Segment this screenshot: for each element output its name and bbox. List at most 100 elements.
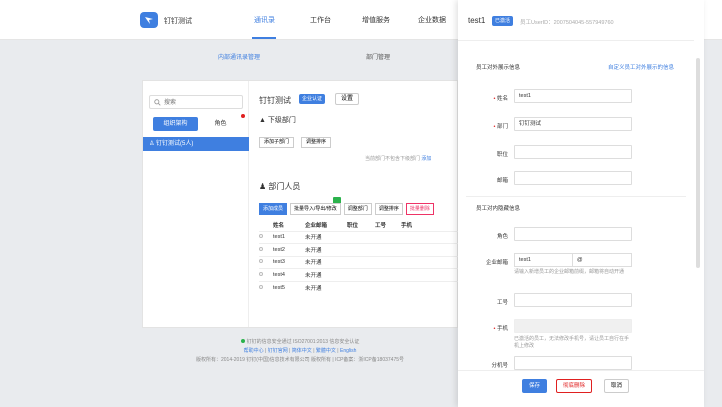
title-input[interactable] bbox=[514, 145, 632, 159]
cancel-button[interactable]: 取消 bbox=[604, 379, 630, 393]
org-tree-panel: 组织架构 角色 ♙ 钉钉测试(5人) bbox=[143, 81, 249, 327]
email-prefix[interactable]: test1 bbox=[514, 253, 573, 267]
table-row[interactable]: test5 未开通 bbox=[259, 280, 459, 294]
search-box[interactable] bbox=[149, 95, 243, 109]
verified-badge: 企业认证 bbox=[299, 94, 326, 104]
panel-header: test1 已激活 员工UserID：2007504045-557949760 bbox=[468, 14, 698, 28]
member-toolbar: 添加成员 批量导入/导出/修改 调整部门 调整排序 批量删除 bbox=[259, 203, 434, 215]
subnav-dept-management[interactable]: 部门管理 bbox=[366, 52, 390, 61]
delete-button[interactable]: 彻底删除 bbox=[556, 379, 593, 393]
col-name: 姓名 bbox=[273, 222, 285, 229]
sub-nav: 内部通讯录管理 部门管理 bbox=[0, 52, 458, 66]
row-checkbox[interactable] bbox=[259, 271, 263, 276]
members-icon: ♟ bbox=[259, 182, 269, 191]
label-ext: 分机号 bbox=[491, 363, 508, 369]
header-divider bbox=[458, 40, 694, 41]
row-checkbox[interactable] bbox=[259, 246, 263, 251]
activated-badge: 已激活 bbox=[492, 16, 514, 26]
table-row[interactable]: test1 未开通 bbox=[259, 230, 459, 244]
add-member-button[interactable]: 添加成员 bbox=[259, 203, 288, 215]
label-enterprise-email: 企业邮箱 bbox=[485, 260, 508, 266]
footer-link-help[interactable]: 帮助中心 bbox=[244, 348, 264, 354]
add-sub-dept-button[interactable]: 添加子部门 bbox=[259, 137, 295, 148]
row-checkbox[interactable] bbox=[259, 259, 263, 264]
footer-link-site[interactable]: 钉钉官网 bbox=[268, 348, 288, 354]
email-input[interactable] bbox=[514, 171, 632, 185]
row-checkbox[interactable] bbox=[259, 234, 263, 239]
label-phone: • 手机 bbox=[493, 326, 508, 332]
members-title: ♟ 部门人员 bbox=[259, 182, 301, 191]
label-role: 角色 bbox=[496, 234, 508, 240]
label-dept: • 部门 bbox=[493, 124, 508, 130]
col-email: 企业邮箱 bbox=[305, 222, 328, 229]
batch-import-button[interactable]: 批量导入/导出/修改 bbox=[290, 203, 341, 215]
dept-detail: 钉钉测试 企业认证 设置 ▲ 下级部门 添加子部门 调整排序 当前部门不包含下级… bbox=[249, 81, 459, 327]
tab-roles[interactable]: 角色 bbox=[198, 117, 243, 131]
nav-workbench[interactable]: 工作台 bbox=[310, 15, 331, 25]
nav-active-indicator bbox=[252, 37, 276, 39]
ext-input[interactable] bbox=[514, 356, 632, 370]
contacts-card: 组织架构 角色 ♙ 钉钉测试(5人) 钉钉测试 企业认证 设置 ▲ 下级部门 添… bbox=[142, 80, 459, 328]
settings-button[interactable]: 设置 bbox=[335, 93, 360, 105]
batch-delete-button[interactable]: 批量删除 bbox=[405, 203, 434, 215]
move-dept-button[interactable]: 调整部门 bbox=[343, 203, 372, 215]
table-row[interactable]: test3 未开通 bbox=[259, 255, 459, 269]
phone-help-text: 已激活的员工，无法修改手机号，请让员工自行在手机上修改 bbox=[514, 336, 630, 349]
search-icon bbox=[154, 99, 161, 106]
footer-link-en[interactable]: English bbox=[340, 348, 356, 354]
subnav-internal-contacts[interactable]: 内部通讯录管理 bbox=[218, 52, 260, 61]
app-title: 钉钉测试 bbox=[164, 18, 192, 25]
nav-enterprise-data[interactable]: 企业数据 bbox=[418, 15, 446, 25]
table-row[interactable]: test2 未开通 bbox=[259, 243, 459, 256]
nav-value-added[interactable]: 增值服务 bbox=[362, 15, 390, 25]
search-input[interactable] bbox=[164, 98, 240, 107]
section-divider bbox=[466, 196, 686, 197]
copyright-line: 版权所有：2014-2019 钉钉(中国)信息技术有限公司 版权所有 | ICP… bbox=[195, 357, 405, 363]
tree-item-root[interactable]: ♙ 钉钉测试(5人) bbox=[143, 137, 249, 151]
org-name: 钉钉测试 bbox=[259, 96, 291, 105]
tab-org-structure[interactable]: 组织架构 bbox=[153, 117, 198, 131]
label-name: • 姓名 bbox=[493, 96, 508, 102]
left-tabs: 组织架构 角色 bbox=[153, 117, 243, 131]
email-domain[interactable]: @ bbox=[573, 253, 632, 267]
sort-dept-button[interactable]: 调整排序 bbox=[301, 137, 332, 148]
page-footer: 钉钉的信息安全通过 ISO27001:2013 信息安全认证 帮助中心 | 钉钉… bbox=[142, 338, 458, 365]
save-button[interactable]: 保存 bbox=[522, 379, 548, 393]
footer-links: 帮助中心 | 钉钉官网 | 简体中文 | 繁體中文 | English bbox=[243, 348, 357, 354]
security-cert-line: 钉钉的信息安全通过 ISO27001:2013 信息安全认证 bbox=[142, 338, 458, 347]
jobno-input[interactable] bbox=[514, 293, 632, 307]
label-title: 职位 bbox=[496, 152, 508, 158]
footer-link-zh-tw[interactable]: 繁體中文 bbox=[316, 348, 336, 354]
table-row[interactable]: test4 未开通 bbox=[259, 268, 459, 281]
member-name: test1 bbox=[468, 16, 486, 25]
no-sub-dept-note: 当前部门不包含下级部门 添加 bbox=[365, 156, 432, 162]
add-sub-dept-link[interactable]: 添加 bbox=[421, 156, 431, 162]
sort-member-button[interactable]: 调整排序 bbox=[374, 203, 403, 215]
role-select[interactable] bbox=[514, 227, 632, 241]
panel-scrollbar[interactable] bbox=[696, 58, 700, 268]
dept-select[interactable]: 钉钉测试 bbox=[514, 117, 632, 131]
phone-input bbox=[514, 319, 632, 333]
col-phone: 手机 bbox=[401, 222, 413, 229]
people-icon: ♙ bbox=[149, 141, 157, 147]
label-jobno: 工号 bbox=[496, 300, 508, 306]
dingtalk-logo-icon bbox=[140, 12, 158, 28]
col-jobno: 工号 bbox=[375, 222, 387, 229]
col-select bbox=[259, 219, 273, 231]
nav-contacts[interactable]: 通讯录 bbox=[254, 15, 275, 25]
member-detail-panel: test1 已激活 员工UserID：2007504045-557949760 … bbox=[458, 0, 704, 407]
cert-icon bbox=[240, 339, 245, 343]
row-checkbox[interactable] bbox=[259, 284, 263, 289]
name-input[interactable] bbox=[514, 89, 632, 103]
email-help-text: 请输入新增员工的企业邮箱前缀，邮箱将自动开通 bbox=[514, 269, 625, 275]
section-public-info: 员工对外展示信息 bbox=[476, 65, 521, 71]
sub-dept-title: ▲ 下级部门 bbox=[259, 117, 296, 124]
member-userid: 员工UserID：2007504045-557949760 bbox=[520, 20, 614, 26]
section-private-info: 员工对内隐藏信息 bbox=[476, 206, 521, 212]
customize-display-link[interactable]: 自定义员工对外展示的信息 bbox=[608, 63, 674, 71]
tree-icon: ▲ bbox=[259, 117, 268, 124]
panel-actions: 保存 彻底删除 取消 bbox=[458, 370, 704, 407]
enterprise-email-field[interactable]: test1 @ bbox=[514, 253, 632, 267]
footer-link-zh-cn[interactable]: 简体中文 bbox=[292, 348, 312, 354]
label-email: 邮箱 bbox=[496, 178, 508, 184]
